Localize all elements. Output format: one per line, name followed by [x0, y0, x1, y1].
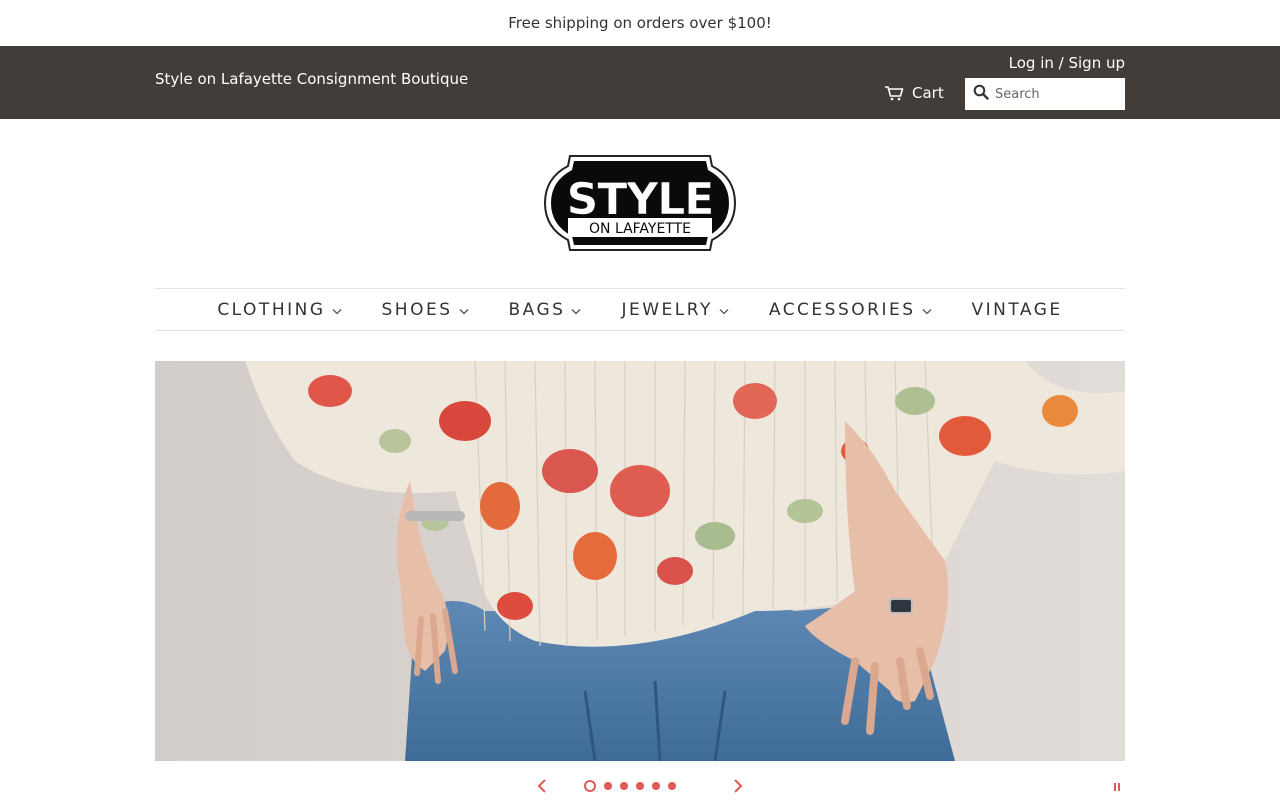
nav-item-label: VINTAGE [971, 299, 1063, 320]
logo-wordmark: STYLE [567, 174, 714, 225]
slide-dot[interactable] [620, 782, 628, 790]
slide-dot[interactable] [604, 782, 612, 790]
hero-slideshow[interactable] [155, 361, 1125, 761]
slide-dot[interactable] [668, 782, 676, 790]
nav-item-label: JEWELRY [621, 299, 713, 320]
main-navigation: CLOTHING SHOES BAGS JEWELRY ACCESSORIES VINTA… [155, 288, 1125, 331]
nav-item-vintage[interactable]: VINTAGE [972, 300, 1063, 320]
search-box[interactable] [965, 78, 1125, 110]
logo-subtitle: ON LAFAYETTE [589, 221, 691, 237]
nav-item-label: CLOTHING [217, 299, 326, 320]
slide-dots [584, 780, 676, 792]
chevron-right-icon[interactable] [732, 778, 744, 798]
slideshow-controls [0, 772, 1280, 800]
search-input[interactable] [995, 86, 1119, 102]
cart-icon [884, 85, 904, 101]
shop-name[interactable]: Style on Lafayette Consignment Boutique [155, 70, 468, 88]
announcement-text: Free shipping on orders over $100! [508, 14, 772, 32]
nav-item-shoes[interactable]: SHOES [382, 300, 469, 320]
cart-label: Cart [912, 84, 944, 102]
nav-item-jewelry[interactable]: JEWELRY [621, 299, 729, 320]
site-header: Style on Lafayette Consignment Boutique … [0, 46, 1280, 119]
logo-graphic: STYLE ON LAFAYETTE [543, 155, 737, 251]
search-icon[interactable] [973, 84, 989, 104]
nav-item-clothing[interactable]: CLOTHING [217, 300, 341, 320]
chevron-left-icon[interactable] [536, 778, 548, 798]
chevron-down-icon [332, 300, 342, 320]
nav-item-bags[interactable]: BAGS [509, 300, 582, 320]
slide-dot[interactable] [636, 782, 644, 790]
slide-dot[interactable] [652, 782, 660, 790]
announcement-bar: Free shipping on orders over $100! [0, 0, 1280, 46]
store-logo[interactable]: STYLE ON LAFAYETTE [540, 148, 740, 258]
chevron-down-icon [719, 300, 729, 320]
nav-item-label: ACCESSORIES [768, 299, 916, 320]
hero-image [155, 361, 1125, 761]
nav-item-accessories[interactable]: ACCESSORIES [769, 300, 932, 320]
nav-item-label: BAGS [508, 299, 566, 320]
chevron-down-icon [459, 300, 469, 320]
nav-item-label: SHOES [381, 299, 453, 320]
slide-dot[interactable] [584, 780, 596, 792]
login-signup-link[interactable]: Log in / Sign up [1009, 54, 1125, 72]
pause-icon[interactable] [1114, 783, 1120, 791]
chevron-down-icon [571, 300, 581, 320]
cart-link[interactable]: Cart [884, 82, 944, 104]
chevron-down-icon [922, 300, 932, 320]
